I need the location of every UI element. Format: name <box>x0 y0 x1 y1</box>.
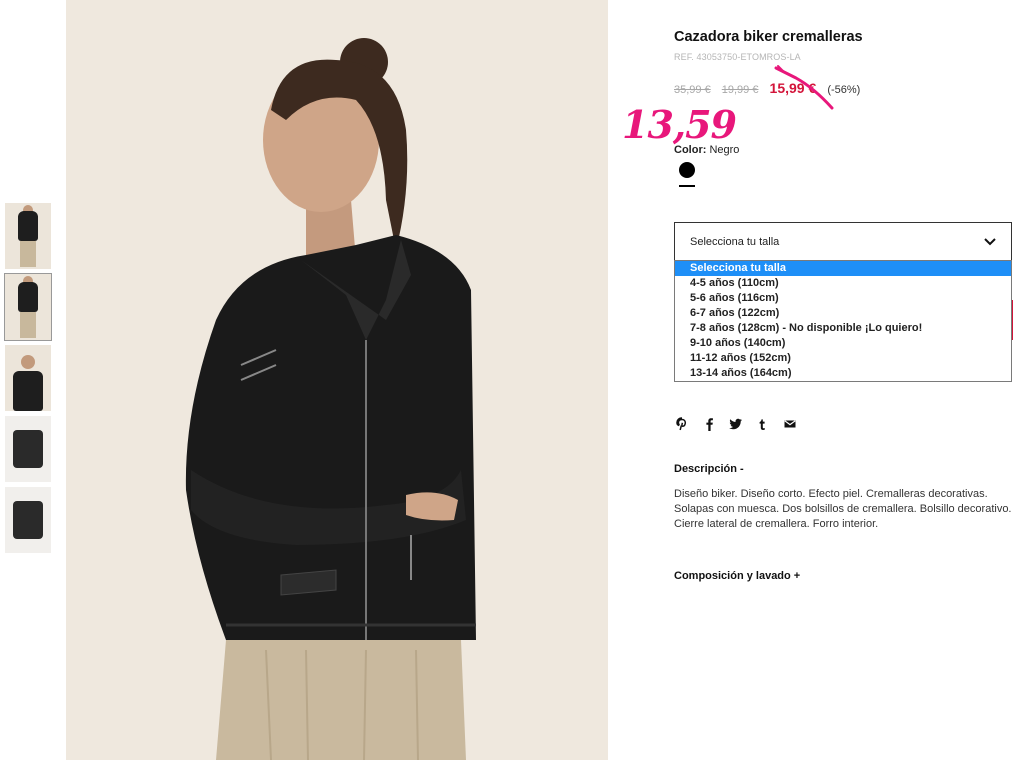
product-title: Cazadora biker cremalleras <box>674 29 863 45</box>
product-photo-illustration <box>66 0 608 760</box>
product-reference: REF. 43053750-ETOMROS-LA <box>674 52 801 62</box>
facebook-icon[interactable] <box>701 416 717 432</box>
thumbnail-gallery <box>4 203 52 558</box>
size-select-value: Selecciona tu talla <box>690 236 780 248</box>
main-product-image[interactable] <box>66 0 608 760</box>
size-select[interactable]: Selecciona tu talla <box>674 222 1012 261</box>
size-option[interactable]: 9-10 años (140cm) <box>675 336 1011 351</box>
thumbnail-figure-legs <box>20 241 36 267</box>
pinterest-icon[interactable] <box>674 416 690 432</box>
size-option[interactable]: 6-7 años (122cm) <box>675 306 1011 321</box>
price-original: 35,99 € <box>674 84 711 96</box>
handwritten-strike-mark <box>774 65 834 110</box>
thumbnail-1[interactable] <box>5 203 51 269</box>
color-swatch-black[interactable] <box>679 162 695 178</box>
thumbnail-figure-legs <box>20 312 36 338</box>
thumbnail-5[interactable] <box>5 487 51 553</box>
thumbnail-4[interactable] <box>5 416 51 482</box>
handwritten-new-price: 13,59 <box>622 102 737 147</box>
tumblr-icon[interactable] <box>755 416 771 432</box>
twitter-icon[interactable] <box>728 416 744 432</box>
thumbnail-2[interactable] <box>4 273 52 341</box>
composition-toggle[interactable]: Composición y lavado + <box>674 570 800 582</box>
size-option[interactable]: 13-14 años (164cm) <box>675 366 1011 381</box>
swatch-selected-indicator <box>679 185 695 187</box>
price-previous: 19,99 € <box>721 84 759 96</box>
size-option[interactable]: 7-8 años (128cm) - No disponible ¡Lo qui… <box>675 321 1011 336</box>
thumbnail-jacket-back <box>13 501 43 539</box>
thumbnail-figure-jacket <box>13 371 43 411</box>
thumbnail-figure-jacket <box>18 211 38 241</box>
size-option[interactable]: 4-5 años (110cm) <box>675 276 1011 291</box>
thumbnail-figure-head <box>21 355 35 369</box>
size-option[interactable]: 5-6 años (116cm) <box>675 291 1011 306</box>
thumbnail-figure-jacket <box>18 282 38 312</box>
size-dropdown-list: Selecciona tu talla 4-5 años (110cm) 5-6… <box>674 260 1012 382</box>
size-option[interactable]: 11-12 años (152cm) <box>675 351 1011 366</box>
thumbnail-jacket-flat <box>13 430 43 468</box>
thumbnail-3[interactable] <box>5 345 51 411</box>
size-option[interactable]: Selecciona tu talla <box>675 261 1011 276</box>
chevron-down-icon <box>984 238 996 246</box>
description-toggle[interactable]: Descripción - <box>674 463 744 475</box>
description-text: Diseño biker. Diseño corto. Efecto piel.… <box>674 488 1012 530</box>
mail-icon[interactable] <box>782 416 798 432</box>
